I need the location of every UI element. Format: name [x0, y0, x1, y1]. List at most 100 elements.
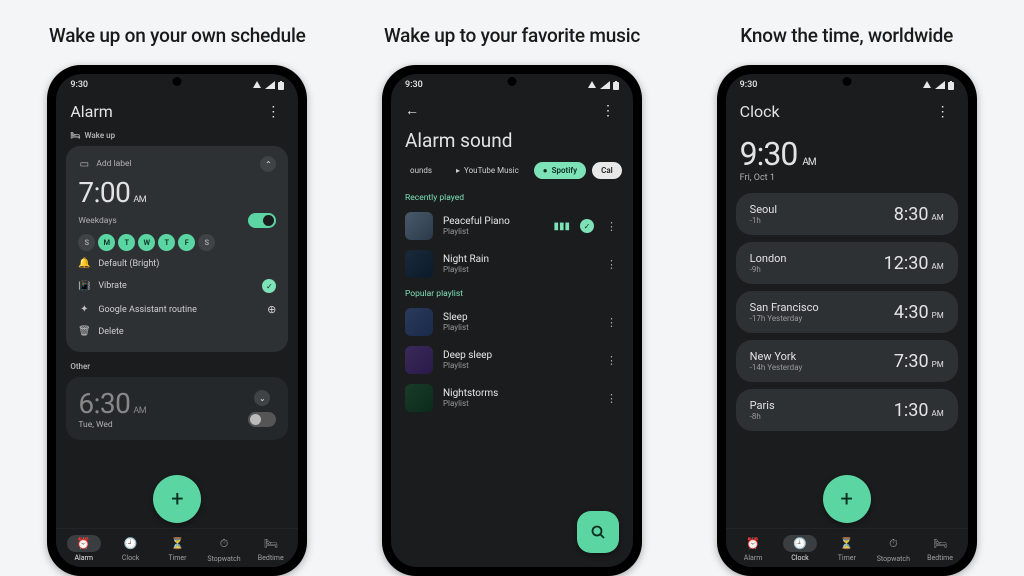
search-fab[interactable]: [577, 511, 619, 553]
alarm-sound-row[interactable]: 🔔Default (Bright): [78, 253, 276, 274]
section-popular: Popular playlist: [391, 283, 633, 303]
label-icon: ▭: [78, 159, 90, 170]
local-clock: 9:30AM Fri, Oct 1: [726, 127, 968, 193]
alarm-icon: ⏰: [746, 537, 760, 550]
timer-icon: ⏳: [171, 537, 185, 550]
day-s[interactable]: S: [78, 234, 95, 251]
caption-3: Know the time, worldwide: [740, 24, 953, 47]
track-pop-2[interactable]: NightstormsPlaylist ⋮: [391, 379, 633, 417]
more-icon[interactable]: ⋮: [262, 104, 284, 120]
alarm2-toggle[interactable]: [248, 412, 276, 427]
city-row-0[interactable]: Seoul-1h 8:30AM: [736, 193, 958, 235]
nav-clock[interactable]: 🕘Clock: [114, 535, 148, 563]
city-row-1[interactable]: London-9h 12:30AM: [736, 242, 958, 284]
track-recent-1[interactable]: Night RainPlaylist ⋮: [391, 245, 633, 283]
more-icon[interactable]: ⋮: [597, 103, 619, 119]
track-recent-0[interactable]: Peaceful PianoPlaylist ▮▮▮ ✓ ⋮: [391, 207, 633, 245]
add-label[interactable]: Add label: [96, 159, 131, 169]
collapse-icon[interactable]: ⌃: [260, 156, 276, 172]
city-row-2[interactable]: San Francisco-17h Yesterday 4:30PM: [736, 291, 958, 333]
day-t[interactable]: T: [118, 234, 135, 251]
camera-hole: [173, 77, 182, 86]
status-icons: [922, 81, 954, 90]
alarm-card-expanded[interactable]: ▭ Add label ⌃ 7:00AM Weekdays S M: [66, 146, 288, 352]
day-picker[interactable]: S M T W T F S: [78, 234, 276, 251]
day-w[interactable]: W: [138, 234, 155, 251]
chip-spotify[interactable]: ●Spotify: [534, 162, 586, 179]
alarm-toggle[interactable]: [248, 213, 276, 228]
bedtime-icon: 🛏: [264, 537, 278, 550]
album-art: [405, 346, 433, 374]
phone-frame-2: 9:30 ← ⋮ Alarm sound ounds ▸YouTube Musi…: [382, 65, 642, 576]
album-art: [405, 384, 433, 412]
track-more-icon[interactable]: ⋮: [604, 354, 619, 367]
day-s2[interactable]: S: [198, 234, 215, 251]
back-icon[interactable]: ←: [405, 102, 429, 119]
nav-alarm[interactable]: ⏰Alarm: [67, 535, 101, 563]
alarm-time[interactable]: 7:00AM: [78, 176, 146, 209]
clock-icon: 🕘: [124, 537, 138, 550]
phone-frame-1: 9:30 Alarm ⋮ 🛏 Wake up: [47, 65, 307, 576]
nav-bedtime[interactable]: 🛏Bedtime: [923, 535, 957, 563]
screen-title: Alarm sound: [405, 129, 513, 152]
chip-calm[interactable]: Cal: [592, 162, 622, 179]
bell-icon: 🔔: [78, 258, 90, 269]
source-chips: ounds ▸YouTube Music ●Spotify Cal: [391, 158, 633, 187]
album-art: [405, 250, 433, 278]
vibrate-icon: 📳: [78, 281, 90, 292]
add-city-fab[interactable]: +: [823, 475, 871, 523]
day-t2[interactable]: T: [158, 234, 175, 251]
trash-icon: 🗑: [78, 326, 90, 337]
camera-hole: [842, 77, 851, 86]
city-row-4[interactable]: Paris-8h 1:30AM: [736, 389, 958, 431]
nav-stopwatch[interactable]: ⏱Stopwatch: [877, 535, 910, 563]
nav-timer[interactable]: ⏳Timer: [830, 535, 864, 563]
spotify-icon: ●: [543, 166, 548, 175]
section-recent: Recently played: [391, 187, 633, 207]
status-icons: [587, 81, 619, 90]
phone-frame-3: 9:30 Clock ⋮ 9:30AM Fri, Oct 1 Seoul-1h …: [717, 65, 977, 576]
delete-row[interactable]: 🗑Delete: [78, 321, 276, 342]
nav-alarm[interactable]: ⏰Alarm: [736, 535, 770, 563]
track-more-icon[interactable]: ⋮: [604, 316, 619, 329]
album-art: [405, 308, 433, 336]
alarm-icon: ⏰: [77, 537, 91, 550]
screen-title: Alarm: [70, 102, 262, 121]
day-m[interactable]: M: [98, 234, 115, 251]
add-alarm-fab[interactable]: +: [153, 475, 201, 523]
timer-icon: ⏳: [840, 537, 854, 550]
track-more-icon[interactable]: ⋮: [604, 220, 619, 233]
screen-title: Clock: [740, 102, 932, 121]
track-pop-1[interactable]: Deep sleepPlaylist ⋮: [391, 341, 633, 379]
vibrate-row[interactable]: 📳Vibrate✓: [78, 274, 276, 298]
chip-sounds[interactable]: ounds: [401, 162, 441, 179]
selected-icon: ✓: [580, 219, 594, 233]
bed-icon: 🛏: [70, 131, 80, 140]
plus-icon: ⊕: [267, 303, 276, 316]
day-f[interactable]: F: [178, 234, 195, 251]
nav-clock[interactable]: 🕘Clock: [783, 535, 817, 563]
status-time: 9:30: [405, 80, 423, 90]
assistant-icon: ✦: [78, 304, 90, 315]
section-wakeup: 🛏 Wake up: [66, 127, 288, 140]
status-time: 9:30: [740, 80, 758, 90]
track-more-icon[interactable]: ⋮: [604, 392, 619, 405]
camera-hole: [508, 77, 517, 86]
alarm2-time: 6:30AM: [78, 387, 146, 420]
more-icon[interactable]: ⋮: [932, 104, 954, 120]
assistant-row[interactable]: ✦Google Assistant routine⊕: [78, 298, 276, 321]
track-pop-0[interactable]: SleepPlaylist ⋮: [391, 303, 633, 341]
expand-icon[interactable]: ⌄: [254, 390, 270, 406]
city-row-3[interactable]: New York-14h Yesterday 7:30PM: [736, 340, 958, 382]
bottom-nav: ⏰Alarm 🕘Clock ⏳Timer ⏱Stopwatch 🛏Bedtime: [726, 528, 968, 567]
nav-stopwatch[interactable]: ⏱Stopwatch: [207, 535, 240, 563]
nav-bedtime[interactable]: 🛏Bedtime: [254, 535, 288, 563]
album-art: [405, 212, 433, 240]
youtube-icon: ▸: [456, 166, 460, 175]
chip-youtube[interactable]: ▸YouTube Music: [447, 162, 528, 179]
nav-timer[interactable]: ⏳Timer: [161, 535, 195, 563]
alarm-card-collapsed[interactable]: 6:30AM Tue, Wed ⌄: [66, 377, 288, 440]
section-other: Other: [66, 358, 288, 371]
clock-icon: 🕘: [793, 537, 807, 550]
track-more-icon[interactable]: ⋮: [604, 258, 619, 271]
